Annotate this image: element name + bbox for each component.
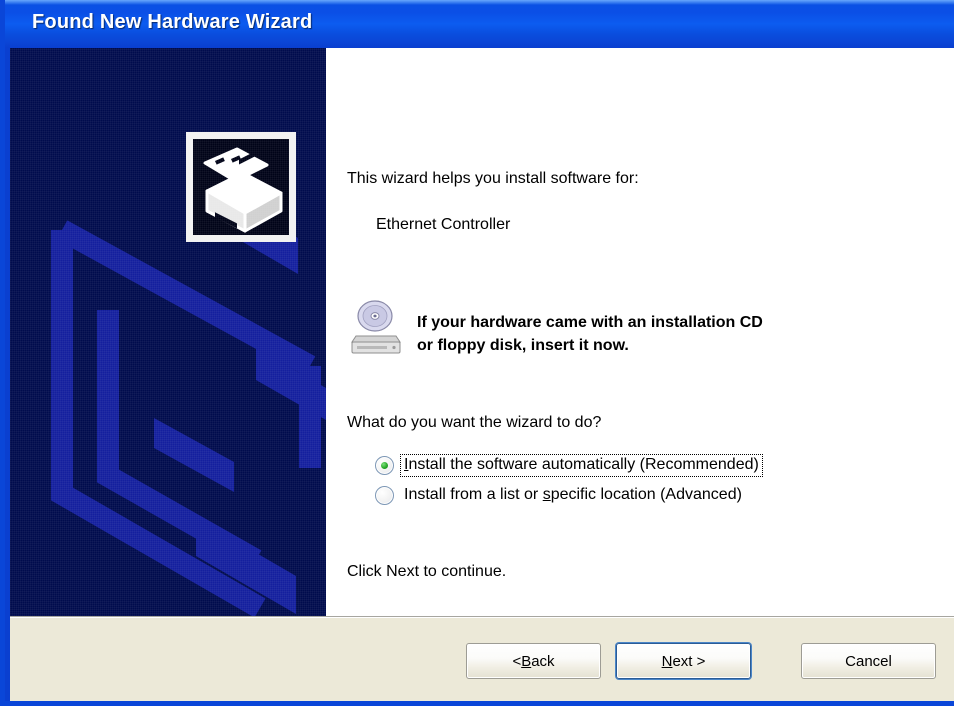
wizard-hardware-icon-inner <box>193 139 289 235</box>
device-name-text: Ethernet Controller <box>376 216 511 233</box>
next-button[interactable]: Next > <box>616 643 751 679</box>
radio-advanced-label-suffix: pecific location (Advanced) <box>550 485 742 503</box>
intro-text: This wizard helps you install software f… <box>347 170 639 187</box>
radio-selected-dot <box>381 461 388 469</box>
radio-option-automatic[interactable]: Install the software automatically (Reco… <box>375 450 905 480</box>
radio-automatic-label-suffix: nstall the software automatically (Recom… <box>408 455 759 473</box>
window-title: Found New Hardware Wizard <box>32 11 313 33</box>
cd-drive-icon <box>351 300 401 354</box>
cancel-button[interactable]: Cancel <box>801 643 936 679</box>
cd-notice-line-1: If your hardware came with an installati… <box>417 314 763 331</box>
back-button-suffix: ack <box>531 652 555 670</box>
cd-notice-text: If your hardware came with an installati… <box>417 311 763 357</box>
radio-advanced-accelerator: s <box>542 485 551 503</box>
radio-advanced-indicator[interactable] <box>375 485 394 505</box>
footer-bar: < Back Next > Cancel <box>10 618 954 701</box>
title-bar[interactable]: Found New Hardware Wizard <box>5 0 954 48</box>
question-text: What do you want the wizard to do? <box>347 414 602 431</box>
next-button-accelerator: N <box>661 652 673 670</box>
cd-notice-line-2: or floppy disk, insert it now. <box>417 337 629 354</box>
radio-automatic-indicator[interactable] <box>375 455 394 475</box>
click-next-text: Click Next to continue. <box>347 563 507 580</box>
next-button-suffix: ext > <box>672 652 706 670</box>
install-method-radio-group: Install the software automatically (Reco… <box>375 450 905 510</box>
wizard-window: Found New Hardware Wizard This wizard he… <box>0 0 954 706</box>
hardware-card-install-icon <box>203 146 283 235</box>
radio-option-advanced[interactable]: Install from a list or specific location… <box>375 480 905 510</box>
back-button-accelerator: B <box>521 652 532 670</box>
wizard-hardware-icon <box>186 132 296 242</box>
back-button[interactable]: < Back <box>466 643 601 679</box>
back-button-prefix: < <box>512 652 522 670</box>
radio-advanced-label[interactable]: Install from a list or specific location… <box>401 485 745 506</box>
radio-advanced-label-prefix: Install from a list or <box>404 485 543 503</box>
button-row: < Back Next > Cancel <box>466 643 936 679</box>
client-area: This wizard helps you install software f… <box>10 48 954 701</box>
cancel-button-prefix: Cancel <box>845 652 892 670</box>
wizard-content-pane: This wizard helps you install software f… <box>326 48 954 616</box>
cd-notice-block: If your hardware came with an installati… <box>350 296 945 366</box>
title-bar-gloss <box>5 0 954 5</box>
radio-automatic-label[interactable]: Install the software automatically (Reco… <box>400 453 763 477</box>
wizard-side-panel <box>10 48 326 616</box>
